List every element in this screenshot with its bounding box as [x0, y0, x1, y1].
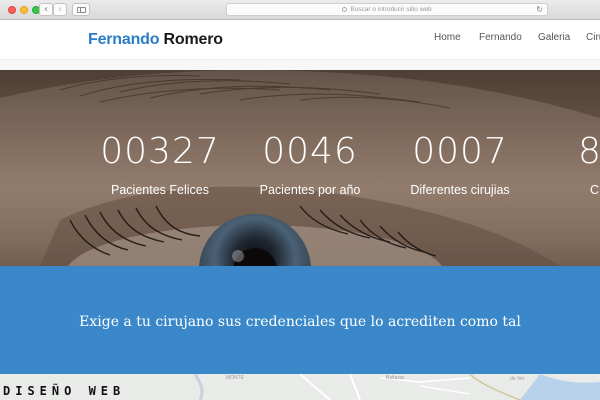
reload-icon[interactable]: ↻ [536, 4, 543, 15]
logo-last-name: Romero [163, 31, 223, 48]
stat-label: Pacientes por año [259, 183, 361, 197]
close-window-button[interactable] [8, 6, 16, 14]
stat-label: Pacientes Felices [111, 183, 209, 197]
nav-item-galeria[interactable]: Galeria [538, 32, 570, 43]
nav-item-home[interactable]: Home [434, 32, 461, 43]
stat-number: 0046 [262, 131, 358, 172]
site-logo[interactable]: Fernando Romero [88, 31, 223, 49]
map-label: de Ver [510, 376, 525, 382]
stat-happy-patients: 00327 Pacientes Felices [85, 132, 235, 198]
back-icon[interactable]: ‹ [39, 3, 53, 16]
nav-item-cirugias[interactable]: Ciru [586, 32, 600, 43]
credentials-banner: Exige a tu cirujano sus credenciales que… [0, 266, 600, 374]
stat-number: 0007 [412, 131, 508, 172]
stat-patients-per-year: 0046 Pacientes por año [235, 132, 385, 198]
address-bar[interactable]: Buscar o introducir sitio web ↻ [226, 3, 548, 16]
stat-partial: 8 C [530, 132, 600, 198]
sidebar-toggle-icon[interactable] [72, 3, 90, 16]
minimize-window-button[interactable] [20, 6, 28, 14]
forward-icon[interactable]: › [53, 3, 67, 16]
stat-number: 00327 [100, 131, 220, 172]
stat-different-surgeries: 0007 Diferentes cirujias [385, 132, 535, 198]
watermark-text: DISEÑO WEB [3, 384, 126, 398]
banner-text: Exige a tu cirujano sus credenciales que… [79, 314, 521, 330]
address-placeholder: Buscar o introducir sitio web [350, 6, 432, 13]
browser-toolbar: ‹ › Buscar o introducir sitio web ↻ [0, 0, 600, 20]
map-label: MONTE [226, 375, 245, 381]
header-spacer [0, 60, 600, 70]
map-label: Baltazar [386, 375, 405, 381]
logo-first-name: Fernando [88, 31, 160, 48]
stat-label: Diferentes cirujias [410, 183, 510, 197]
hero-section: 00327 Pacientes Felices 0046 Pacientes p… [0, 70, 600, 266]
site-header: Fernando Romero Home Fernando Galeria Ci… [0, 20, 600, 60]
stat-number: 8 [578, 131, 600, 172]
search-icon [342, 7, 348, 12]
stat-label: C [590, 183, 600, 197]
nav-item-fernando[interactable]: Fernando [479, 32, 522, 43]
